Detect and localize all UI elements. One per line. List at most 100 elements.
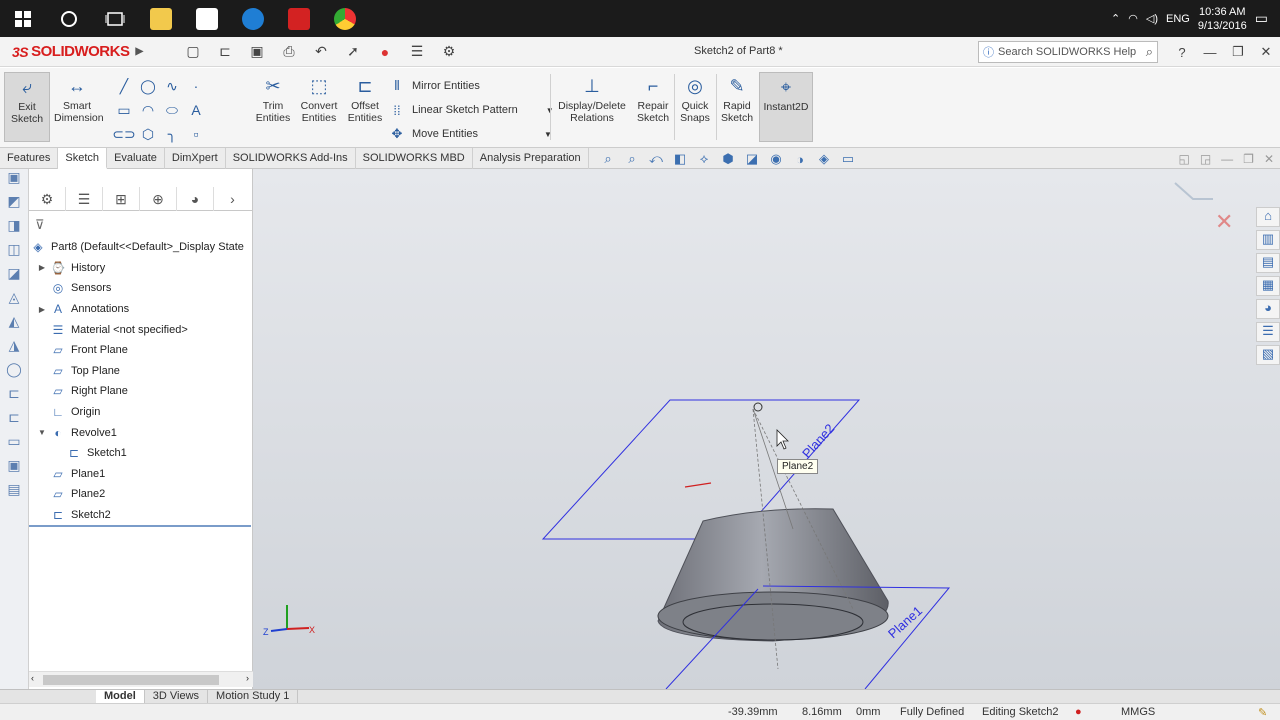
close-icon[interactable]: ✕ — [1252, 44, 1280, 60]
tree-node-front-plane[interactable]: ▱ Front Plane — [29, 340, 253, 361]
apply-scene-icon[interactable]: ◈ — [814, 150, 834, 168]
confirmation-corner-icon[interactable] — [1174, 182, 1213, 200]
section-view-icon[interactable]: ◧ — [670, 150, 690, 168]
revolve-tool-icon[interactable]: ◩ — [0, 193, 28, 217]
rectangle-icon[interactable]: ▭ — [112, 98, 136, 122]
menu-arrow-icon[interactable]: ▶ — [135, 46, 143, 57]
filter-icon[interactable]: ⊽ — [35, 217, 45, 233]
viewport-maximize-icon[interactable]: ❐ — [1243, 152, 1254, 166]
quick-tips-icon[interactable]: ✎ — [1258, 706, 1267, 719]
hide-show-items-icon[interactable]: ◉ — [766, 150, 786, 168]
solidworks-forum-icon[interactable]: ▧ — [1256, 345, 1280, 365]
rib-icon[interactable]: ◮ — [0, 337, 28, 361]
ellipse-icon[interactable]: ⬭ — [160, 98, 184, 122]
graphics-area[interactable]: Plane2 Plane1 Z X ✕ ⌂ ▥ ▤ ▦ ◕ ☰ ▧ — [253, 169, 1280, 689]
tree-node-right-plane[interactable]: ▱ Right Plane — [29, 381, 253, 402]
solidworks-resources-icon[interactable]: ⌂ — [1256, 207, 1280, 227]
more-tabs-arrow-icon[interactable]: › — [214, 187, 251, 211]
print-icon[interactable]: ⎙ — [276, 41, 302, 63]
tab-features[interactable]: Features — [0, 148, 59, 169]
tree-node-material-not-specified[interactable]: ☰ Material <not specified> — [29, 319, 253, 340]
viewport-tile-icon[interactable]: ◲ — [1200, 152, 1211, 166]
sketch-point[interactable] — [753, 402, 763, 412]
quick-snaps-button[interactable]: ◎ Quick Snaps — [676, 72, 714, 142]
chevron-up-icon[interactable]: ⌃ — [1111, 12, 1120, 25]
tree-node-sketch1[interactable]: ⊏ Sketch1 — [29, 443, 253, 464]
extrude-icon[interactable]: ▣ — [0, 169, 28, 193]
tab-evaluate[interactable]: Evaluate — [107, 148, 165, 169]
sketch-point-icon[interactable]: ▫ — [184, 122, 208, 146]
sketch-tool-icon[interactable]: ⊏ — [0, 409, 28, 433]
exit-sketch-button[interactable]: ⤶ Exit Sketch — [4, 72, 50, 142]
dimxpert-manager-tab-icon[interactable]: ⊕ — [140, 187, 177, 211]
open-icon[interactable]: ⊏ — [212, 41, 238, 63]
tree-node-sensors[interactable]: ◎ Sensors — [29, 278, 253, 299]
circle-icon[interactable]: ◯ — [136, 74, 160, 98]
file-properties-icon[interactable]: ☰ — [404, 41, 430, 63]
rapid-sketch-button[interactable]: ✎ Rapid Sketch — [718, 72, 756, 142]
zoom-to-area-icon[interactable]: ⌕ — [622, 150, 642, 168]
tab-sketch[interactable]: Sketch — [58, 148, 108, 169]
loft-icon[interactable]: ◫ — [0, 241, 28, 265]
part-tool-icon[interactable]: ▤ — [0, 481, 28, 505]
cut-icon[interactable]: ◪ — [0, 265, 28, 289]
display-delete-relations-button[interactable]: ⊥ Display/Delete Relations — [556, 72, 628, 142]
spline-icon[interactable]: ∿ — [160, 74, 184, 98]
new-document-icon[interactable]: ▢ — [180, 41, 206, 63]
file-explorer-icon[interactable] — [138, 0, 184, 37]
arc-icon[interactable]: ◠ — [136, 98, 160, 122]
polygon-icon[interactable]: ⬡ — [136, 122, 160, 146]
file-explorer-pane-icon[interactable]: ▤ — [1256, 253, 1280, 273]
cancel-corner-icon[interactable]: ✕ — [1215, 210, 1233, 235]
tree-node-revolve1[interactable]: ▼ ◐ Revolve1 — [29, 422, 253, 443]
linear-sketch-pattern-button[interactable]: ⁞⁞ Linear Sketch Pattern ▼ — [388, 98, 553, 122]
slot-icon[interactable]: ⊂⊃ — [112, 122, 136, 146]
sweep-icon[interactable]: ◨ — [0, 217, 28, 241]
status-unit-system[interactable]: MMGS — [1121, 706, 1155, 718]
point-icon[interactable]: · — [184, 74, 208, 98]
display-manager-tab-icon[interactable]: ◕ — [177, 187, 214, 211]
bottom-tab-motion-study-1[interactable]: Motion Study 1 — [208, 689, 299, 704]
appearances-icon[interactable]: ◕ — [1256, 299, 1280, 319]
tree-node-history[interactable]: ▶ ⌚ History — [29, 258, 253, 279]
tree-node-sketch2[interactable]: ⊏ Sketch2 — [29, 505, 253, 526]
chrome-icon[interactable] — [322, 0, 368, 37]
select-icon[interactable]: ➚ — [340, 41, 366, 63]
pattern-tool-icon[interactable]: ◭ — [0, 313, 28, 337]
bottom-tab-model[interactable]: Model — [96, 689, 145, 704]
viewport-close-icon[interactable]: ✕ — [1264, 152, 1274, 166]
save-icon[interactable]: ▣ — [244, 41, 270, 63]
expand-arrow-icon[interactable]: ▶ — [35, 263, 49, 272]
edge-icon[interactable] — [230, 0, 276, 37]
repair-sketch-button[interactable]: ⌐ Repair Sketch — [630, 72, 676, 142]
tab-dimxpert[interactable]: DimXpert — [165, 148, 226, 169]
tab-solidworks-mbd[interactable]: SOLIDWORKS MBD — [356, 148, 473, 169]
part-tool-icon[interactable]: ▣ — [0, 457, 28, 481]
clock[interactable]: 10:36 AM 9/13/2016 — [1198, 5, 1247, 33]
dynamic-annotation-icon[interactable]: ⟡ — [694, 150, 714, 168]
restore-icon[interactable]: ❐ — [1224, 44, 1252, 60]
line-icon[interactable]: ╱ — [112, 74, 136, 98]
network-icon[interactable]: ◠ — [1128, 12, 1138, 25]
display-style-icon[interactable]: ◪ — [742, 150, 762, 168]
scrollbar-thumb[interactable] — [43, 675, 219, 685]
options-gear-icon[interactable]: ⚙ — [436, 41, 462, 63]
cortana-icon[interactable] — [46, 0, 92, 37]
smart-dimension-button[interactable]: ↔ Smart Dimension — [54, 72, 104, 142]
model-canvas[interactable]: Plane2 Plane1 Z X ✕ — [253, 169, 1280, 689]
design-library-icon[interactable]: ▥ — [1256, 230, 1280, 250]
tree-node-annotations[interactable]: ▶ A Annotations — [29, 299, 253, 320]
search-icon[interactable]: ⌕ — [1146, 44, 1153, 60]
convert-entities-button[interactable]: ⬚ Convert Entities — [296, 72, 342, 142]
previous-view-icon[interactable]: ⤺ — [646, 150, 666, 168]
language-indicator[interactable]: ENG — [1166, 13, 1190, 25]
scroll-right-icon[interactable]: › — [246, 673, 249, 683]
horizontal-scrollbar[interactable]: ‹ › — [29, 671, 253, 687]
viewport-restore-icon[interactable]: ◱ — [1178, 152, 1189, 166]
tree-node-top-plane[interactable]: ▱ Top Plane — [29, 361, 253, 382]
expand-arrow-icon[interactable]: ▶ — [35, 305, 49, 314]
mirror-entities-button[interactable]: ⫴ Mirror Entities — [388, 74, 554, 98]
tree-node-plane2[interactable]: ▱ Plane2 — [29, 484, 253, 505]
fillet-tool-icon[interactable]: ◬ — [0, 289, 28, 313]
tree-node-origin[interactable]: ∟ Origin — [29, 402, 253, 423]
